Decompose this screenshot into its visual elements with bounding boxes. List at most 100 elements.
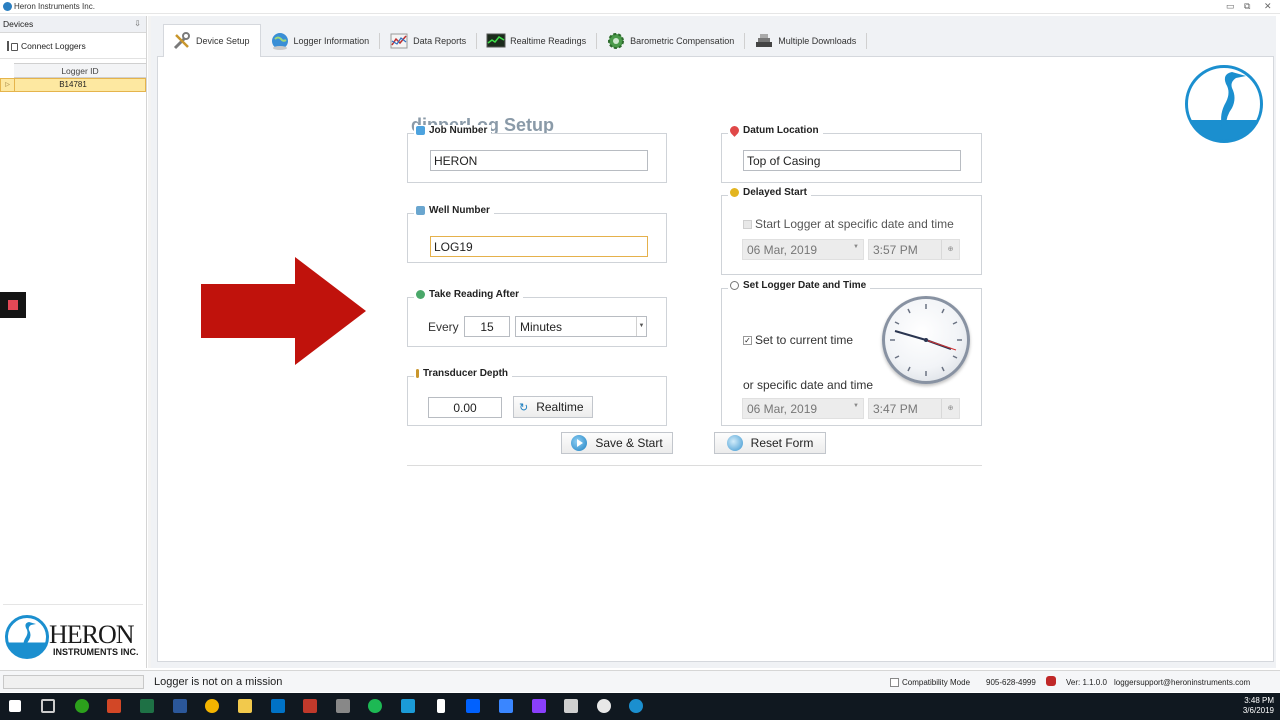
datum-location-input[interactable] (743, 150, 961, 171)
well-number-label: Well Number (414, 205, 494, 216)
outlook-icon[interactable] (271, 699, 285, 713)
table-row[interactable]: ▷ B14781 (0, 78, 146, 92)
app-icon[interactable] (532, 699, 546, 713)
globe-icon (270, 31, 290, 51)
spotify-icon[interactable] (368, 699, 382, 713)
chevron-down-icon: ▼ (853, 244, 859, 250)
phone-icon[interactable] (437, 699, 445, 713)
save-start-button[interactable]: Save & Start (561, 432, 673, 454)
recording-indicator[interactable] (0, 292, 26, 318)
folder-icon (416, 126, 425, 135)
interval-unit-select[interactable]: Minutes ▼ (515, 316, 647, 337)
chevron-down-icon: ▼ (853, 403, 859, 409)
pin-icon[interactable]: ⇩ (134, 19, 141, 28)
play-icon (571, 435, 588, 451)
autodesk-icon[interactable] (499, 699, 513, 713)
gear-icon (606, 31, 626, 51)
tab-label: Logger Information (293, 35, 370, 46)
datum-location-group: Datum Location (721, 124, 982, 183)
taskbar-clock[interactable]: 3:48 PM 3/6/2019 (1243, 696, 1274, 716)
onedrive-icon[interactable] (597, 699, 611, 713)
chrome-icon[interactable] (205, 699, 219, 713)
windows-start-icon[interactable] (9, 700, 21, 712)
tab-label: Device Setup (196, 36, 250, 46)
location-pin-icon (728, 124, 741, 137)
task-view-icon[interactable] (41, 699, 55, 713)
take-reading-group: Take Reading After Every Minutes ▼ (407, 289, 667, 347)
excel-icon[interactable] (140, 699, 154, 713)
status-bar: Logger is not on a mission Compatibility… (0, 670, 1280, 692)
close-icon[interactable]: ✕ (1264, 1, 1272, 12)
transducer-depth-input[interactable] (428, 397, 502, 418)
delayed-start-date-picker[interactable]: 06 Mar, 2019 ▼ (742, 239, 864, 260)
interval-unit-value: Minutes (520, 320, 563, 334)
heron-app-icon[interactable] (629, 699, 643, 713)
delayed-start-time-picker[interactable]: 3:57 PM ⊕ (868, 239, 960, 260)
warning-icon (730, 188, 739, 197)
tab-logger-information[interactable]: Logger Information (261, 24, 381, 56)
maximize-icon[interactable]: ⧉ (1244, 1, 1250, 12)
gotomeeting-icon[interactable] (401, 699, 415, 713)
dropbox-icon[interactable] (466, 699, 480, 713)
tab-bar: Device Setup Logger Information Data Rep… (163, 24, 868, 57)
every-label: Every (428, 320, 459, 334)
taskbar-time: 3:48 PM (1244, 696, 1274, 705)
realtime-button[interactable]: ↻ Realtime (513, 396, 593, 418)
tab-label: Data Reports (413, 35, 467, 46)
transducer-depth-label: Transducer Depth (414, 368, 513, 379)
set-datetime-label: Set Logger Date and Time (728, 280, 871, 291)
heron-corner-logo (1185, 65, 1263, 143)
minimize-icon[interactable]: ▭ (1226, 1, 1235, 12)
logo-subtext: INSTRUMENTS INC. (53, 647, 139, 657)
chart-icon (389, 31, 409, 51)
plug-icon (5, 40, 18, 52)
file-explorer-icon[interactable] (238, 699, 252, 713)
logger-time-picker[interactable]: 3:47 PM ⊕ (868, 398, 960, 419)
reset-form-button[interactable]: Reset Form (714, 432, 826, 454)
tab-realtime-readings[interactable]: Realtime Readings (477, 24, 598, 56)
word-icon[interactable] (173, 699, 187, 713)
app-icon (3, 2, 12, 11)
heron-logo: HERON INSTRUMENTS INC. (3, 604, 143, 664)
compatibility-checkbox[interactable] (890, 678, 899, 687)
logger-date-picker[interactable]: 06 Mar, 2019 ▼ (742, 398, 864, 419)
devices-header: Devices ⇩ (0, 16, 146, 33)
time-spinner-icon: ⊕ (941, 399, 959, 418)
title-bar: Heron Instruments Inc. ▭ ⧉ ✕ (0, 0, 1280, 14)
job-number-group: Job Number (407, 125, 667, 183)
tab-data-reports[interactable]: Data Reports (380, 24, 478, 56)
job-number-input[interactable] (430, 150, 648, 171)
tab-multiple-downloads[interactable]: Multiple Downloads (745, 24, 868, 56)
interval-input[interactable] (464, 316, 510, 337)
powerpoint-icon[interactable] (107, 699, 121, 713)
current-time-checkbox[interactable]: ✓ (743, 336, 752, 345)
well-icon (416, 206, 425, 215)
window-title: Heron Instruments Inc. (14, 2, 95, 11)
clock-small-icon (416, 290, 425, 299)
delayed-start-label: Delayed Start (728, 187, 811, 198)
refresh-icon: ↻ (519, 401, 529, 414)
taskbar: 3:48 PM 3/6/2019 (0, 693, 1280, 720)
support-email[interactable]: loggersupport@heroninstruments.com (1114, 678, 1250, 687)
tab-barometric-compensation[interactable]: Barometric Compensation (597, 24, 746, 56)
logger-id-column-header[interactable]: Logger ID (14, 63, 146, 78)
acrobat-icon[interactable] (303, 699, 317, 713)
delayed-start-checkbox[interactable] (743, 220, 752, 229)
tab-device-setup[interactable]: Device Setup (163, 24, 261, 57)
transducer-depth-group: Transducer Depth ↻ Realtime (407, 368, 667, 426)
divider (407, 465, 982, 466)
monitor-icon (486, 31, 506, 51)
delayed-start-group: Delayed Start Start Logger at specific d… (721, 187, 982, 275)
well-number-input[interactable] (430, 236, 648, 257)
stack-icon (754, 31, 774, 51)
well-number-group: Well Number (407, 205, 667, 263)
reset-icon (726, 435, 743, 451)
heron-bird-icon (5, 615, 49, 659)
connect-loggers-button[interactable]: Connect Loggers (0, 33, 146, 59)
app-icon[interactable] (336, 699, 350, 713)
quickbooks-icon[interactable] (75, 699, 89, 713)
delayed-start-checkbox-label: Start Logger at specific date and time (755, 217, 954, 231)
calendar-icon[interactable] (564, 699, 578, 713)
devices-title: Devices (3, 19, 34, 29)
tab-label: Realtime Readings (510, 35, 587, 46)
